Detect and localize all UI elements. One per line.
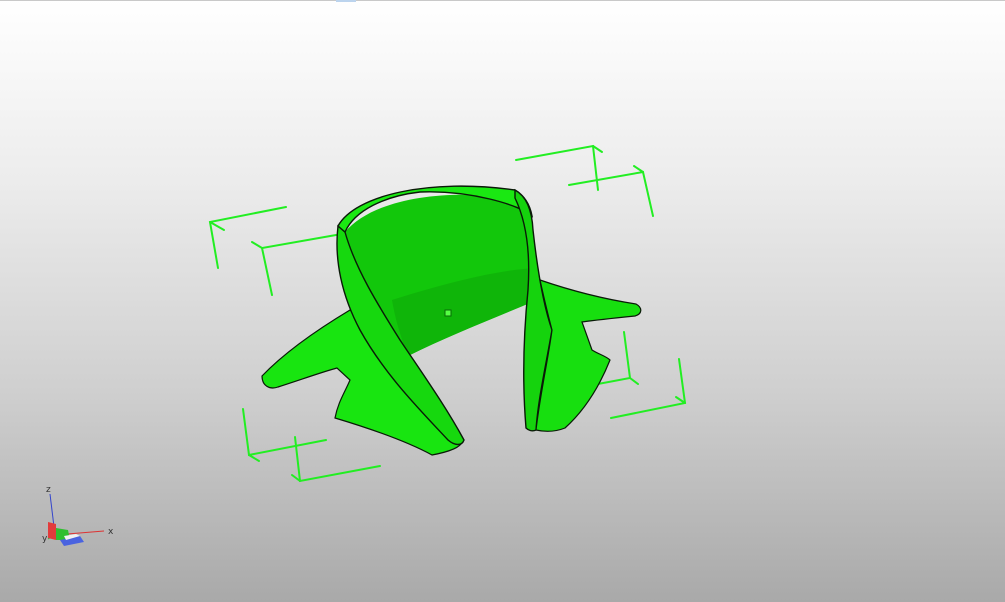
bbox-corner-bl-back (242, 408, 327, 457)
bbox-corner-tl-front-diag (251, 241, 263, 249)
bbox-corner-tl-back (208, 206, 287, 269)
bbox-corner-br-back-diag (629, 377, 639, 385)
triad-x-label: x (108, 527, 114, 537)
3d-viewport[interactable]: z x y (0, 0, 1005, 602)
triad-cube-red-face (48, 522, 56, 540)
model-surface[interactable] (261, 185, 642, 456)
bbox-corner-tl-front (260, 234, 337, 296)
triad-y-label: y (42, 534, 48, 544)
triad-z-label: z (46, 485, 51, 495)
orientation-triad[interactable]: z x y (42, 485, 114, 546)
bbox-corner-bl-back-diag (248, 454, 260, 462)
bbox-corner-br-front (610, 358, 687, 419)
model-right-fin (535, 279, 642, 432)
scene-canvas[interactable]: z x y (0, 0, 1005, 602)
bbox-corner-tr-front (568, 170, 654, 217)
model-pivot-marker[interactable] (444, 309, 452, 317)
bbox-corner-tr-back (515, 144, 599, 191)
bbox-corner-tr-front-diag (633, 165, 644, 173)
